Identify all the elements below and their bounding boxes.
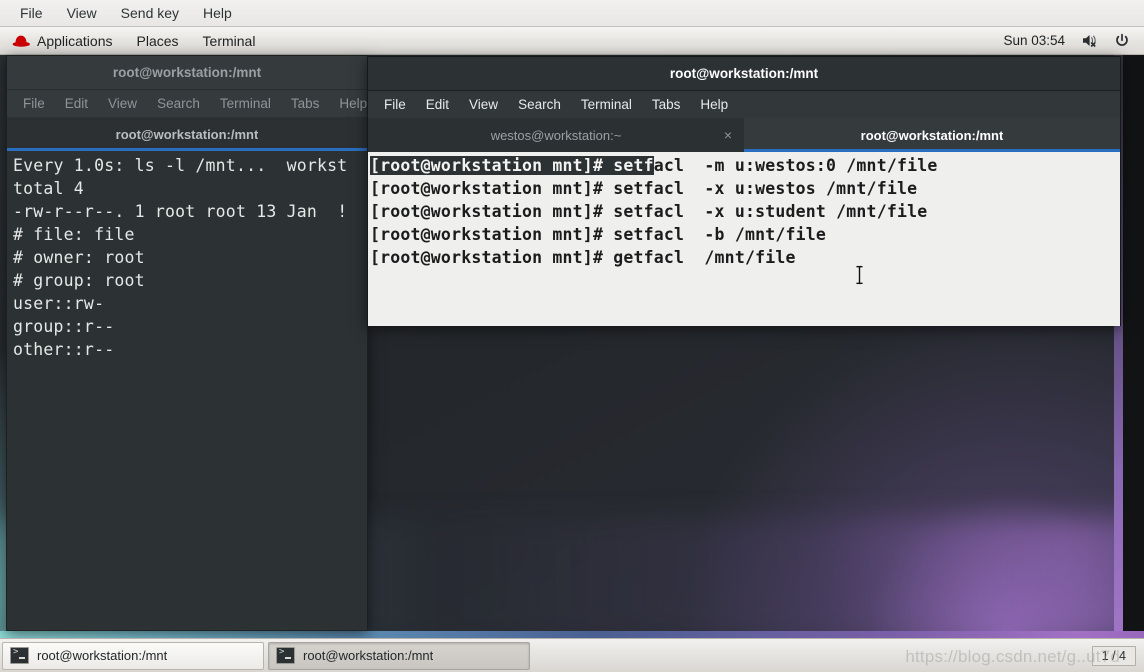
bg-menu-search[interactable]: Search xyxy=(147,92,210,115)
vm-menu-help[interactable]: Help xyxy=(191,2,244,24)
tab-westos-home-label: westos@workstation:~ xyxy=(490,127,622,143)
background-window-menubar: File Edit View Search Terminal Tabs Help xyxy=(7,90,367,117)
bg-term-line: user::rw- xyxy=(13,294,105,313)
volume-muted-icon[interactable] xyxy=(1076,30,1106,51)
close-icon[interactable]: × xyxy=(724,128,732,142)
fg-term-line: [root@workstation mnt]# setfacl -x u:wes… xyxy=(370,177,1120,200)
fg-menu-tabs[interactable]: Tabs xyxy=(642,93,691,116)
vm-menu-view[interactable]: View xyxy=(55,2,109,24)
workspace-switcher[interactable]: 1 / 4 xyxy=(1091,645,1136,666)
places-menu[interactable]: Places xyxy=(125,29,191,53)
bg-term-line: # file: file xyxy=(13,225,135,244)
taskbar-button-label: root@workstation:/mnt xyxy=(303,648,434,663)
fg-term-line: [root@workstation mnt]# getfacl /mnt/fil… xyxy=(370,246,1120,269)
fg-term-line-text: acl -m u:westos:0 /mnt/file xyxy=(653,156,938,175)
fg-menu-view[interactable]: View xyxy=(459,93,508,116)
background-window-titlebar[interactable]: root@workstation:/mnt xyxy=(7,56,367,90)
panel-status-area: Sun 03:54 xyxy=(994,30,1144,52)
bg-menu-file[interactable]: File xyxy=(13,92,55,115)
fg-term-line: [root@workstation mnt]# setfacl -b /mnt/… xyxy=(370,223,1120,246)
applications-menu-label: Applications xyxy=(37,32,113,49)
taskbar-button-fg-terminal[interactable]: root@workstation:/mnt xyxy=(268,641,530,670)
taskbar-button-label: root@workstation:/mnt xyxy=(37,648,168,663)
power-icon[interactable] xyxy=(1108,30,1136,52)
foreground-window-title: root@workstation:/mnt xyxy=(669,66,819,81)
bg-term-line: total 4 xyxy=(13,179,84,198)
background-window-title: root@workstation:/mnt xyxy=(112,65,262,80)
wallpaper-right-edge xyxy=(1123,55,1144,638)
foreground-window-titlebar[interactable]: root@workstation:/mnt xyxy=(368,57,1120,91)
fg-term-line-selection: [root@workstation mnt]# setf xyxy=(370,156,654,175)
applications-menu[interactable]: Applications xyxy=(0,29,125,53)
bg-term-line: Every 1.0s: ls -l /mnt... workst xyxy=(13,156,348,175)
bg-term-line: other::r-- xyxy=(13,340,115,359)
background-window-tabbar: root@workstation:/mnt xyxy=(7,117,367,151)
places-menu-label: Places xyxy=(136,32,179,49)
taskbar-button-bg-terminal[interactable]: root@workstation:/mnt xyxy=(2,641,264,670)
bg-menu-terminal[interactable]: Terminal xyxy=(210,92,281,115)
terminal-icon xyxy=(10,647,29,664)
tab-root-mnt-label: root@workstation:/mnt xyxy=(860,127,1004,143)
fg-term-line: [root@workstation mnt]# setfacl -m u:wes… xyxy=(370,154,1120,177)
bg-term-line: group::r-- xyxy=(13,317,115,336)
terminal-menu-label: Terminal xyxy=(202,32,256,49)
taskbar-right-area: 1 / 4 xyxy=(1091,645,1142,666)
vm-menu-file[interactable]: File xyxy=(8,2,55,24)
panel-clock[interactable]: Sun 03:54 xyxy=(994,30,1074,51)
fg-menu-edit[interactable]: Edit xyxy=(416,93,459,116)
fg-menu-terminal[interactable]: Terminal xyxy=(571,93,642,116)
fg-term-line-text: [root@workstation mnt]# getfacl /mnt/fil… xyxy=(370,248,796,267)
fg-term-line-text: [root@workstation mnt]# setfacl -x u:wes… xyxy=(370,179,918,198)
foreground-window-tabbar: westos@workstation:~ × root@workstation:… xyxy=(368,118,1120,152)
vm-menu-send-key[interactable]: Send key xyxy=(109,2,191,24)
bg-menu-tabs[interactable]: Tabs xyxy=(281,92,330,115)
background-terminal-screen[interactable]: Every 1.0s: ls -l /mnt... workst total 4… xyxy=(7,151,367,629)
vm-menubar: File View Send key Help xyxy=(0,0,1144,27)
screen: File View Send key Help Applications Pla… xyxy=(0,0,1144,672)
taskbar: root@workstation:/mnt root@workstation:/… xyxy=(0,638,1144,672)
tab-westos-home[interactable]: westos@workstation:~ × xyxy=(368,118,744,152)
foreground-terminal-window[interactable]: root@workstation:/mnt File Edit View Sea… xyxy=(367,56,1121,326)
redhat-icon xyxy=(12,34,31,48)
foreground-window-menubar: File Edit View Search Terminal Tabs Help xyxy=(368,91,1120,118)
fg-term-line-text: [root@workstation mnt]# setfacl -b /mnt/… xyxy=(370,225,827,244)
bg-menu-view[interactable]: View xyxy=(98,92,147,115)
background-tab-label: root@workstation:/mnt xyxy=(115,126,259,142)
fg-menu-help[interactable]: Help xyxy=(690,93,738,116)
fg-term-line: [root@workstation mnt]# setfacl -x u:stu… xyxy=(370,200,1120,223)
text-cursor-icon xyxy=(855,264,864,286)
background-tab-root-mnt[interactable]: root@workstation:/mnt xyxy=(7,117,367,151)
wallpaper-bottom-strip xyxy=(0,631,1144,638)
bg-menu-edit[interactable]: Edit xyxy=(55,92,98,115)
foreground-terminal-screen[interactable]: [root@workstation mnt]# setfacl -m u:wes… xyxy=(368,152,1120,326)
fg-menu-file[interactable]: File xyxy=(374,93,416,116)
tab-root-mnt[interactable]: root@workstation:/mnt xyxy=(744,118,1120,152)
fg-term-line-text: [root@workstation mnt]# setfacl -x u:stu… xyxy=(370,202,928,221)
background-terminal-window[interactable]: root@workstation:/mnt File Edit View Sea… xyxy=(6,55,368,631)
bg-term-line: # group: root xyxy=(13,271,145,290)
terminal-icon xyxy=(276,647,295,664)
terminal-menu[interactable]: Terminal xyxy=(191,29,268,53)
bg-term-line: # owner: root xyxy=(13,248,145,267)
fg-menu-search[interactable]: Search xyxy=(508,93,571,116)
bg-term-line: -rw-r--r--. 1 root root 13 Jan ! xyxy=(13,202,348,221)
gnome-top-panel: Applications Places Terminal Sun 03:54 xyxy=(0,27,1144,55)
